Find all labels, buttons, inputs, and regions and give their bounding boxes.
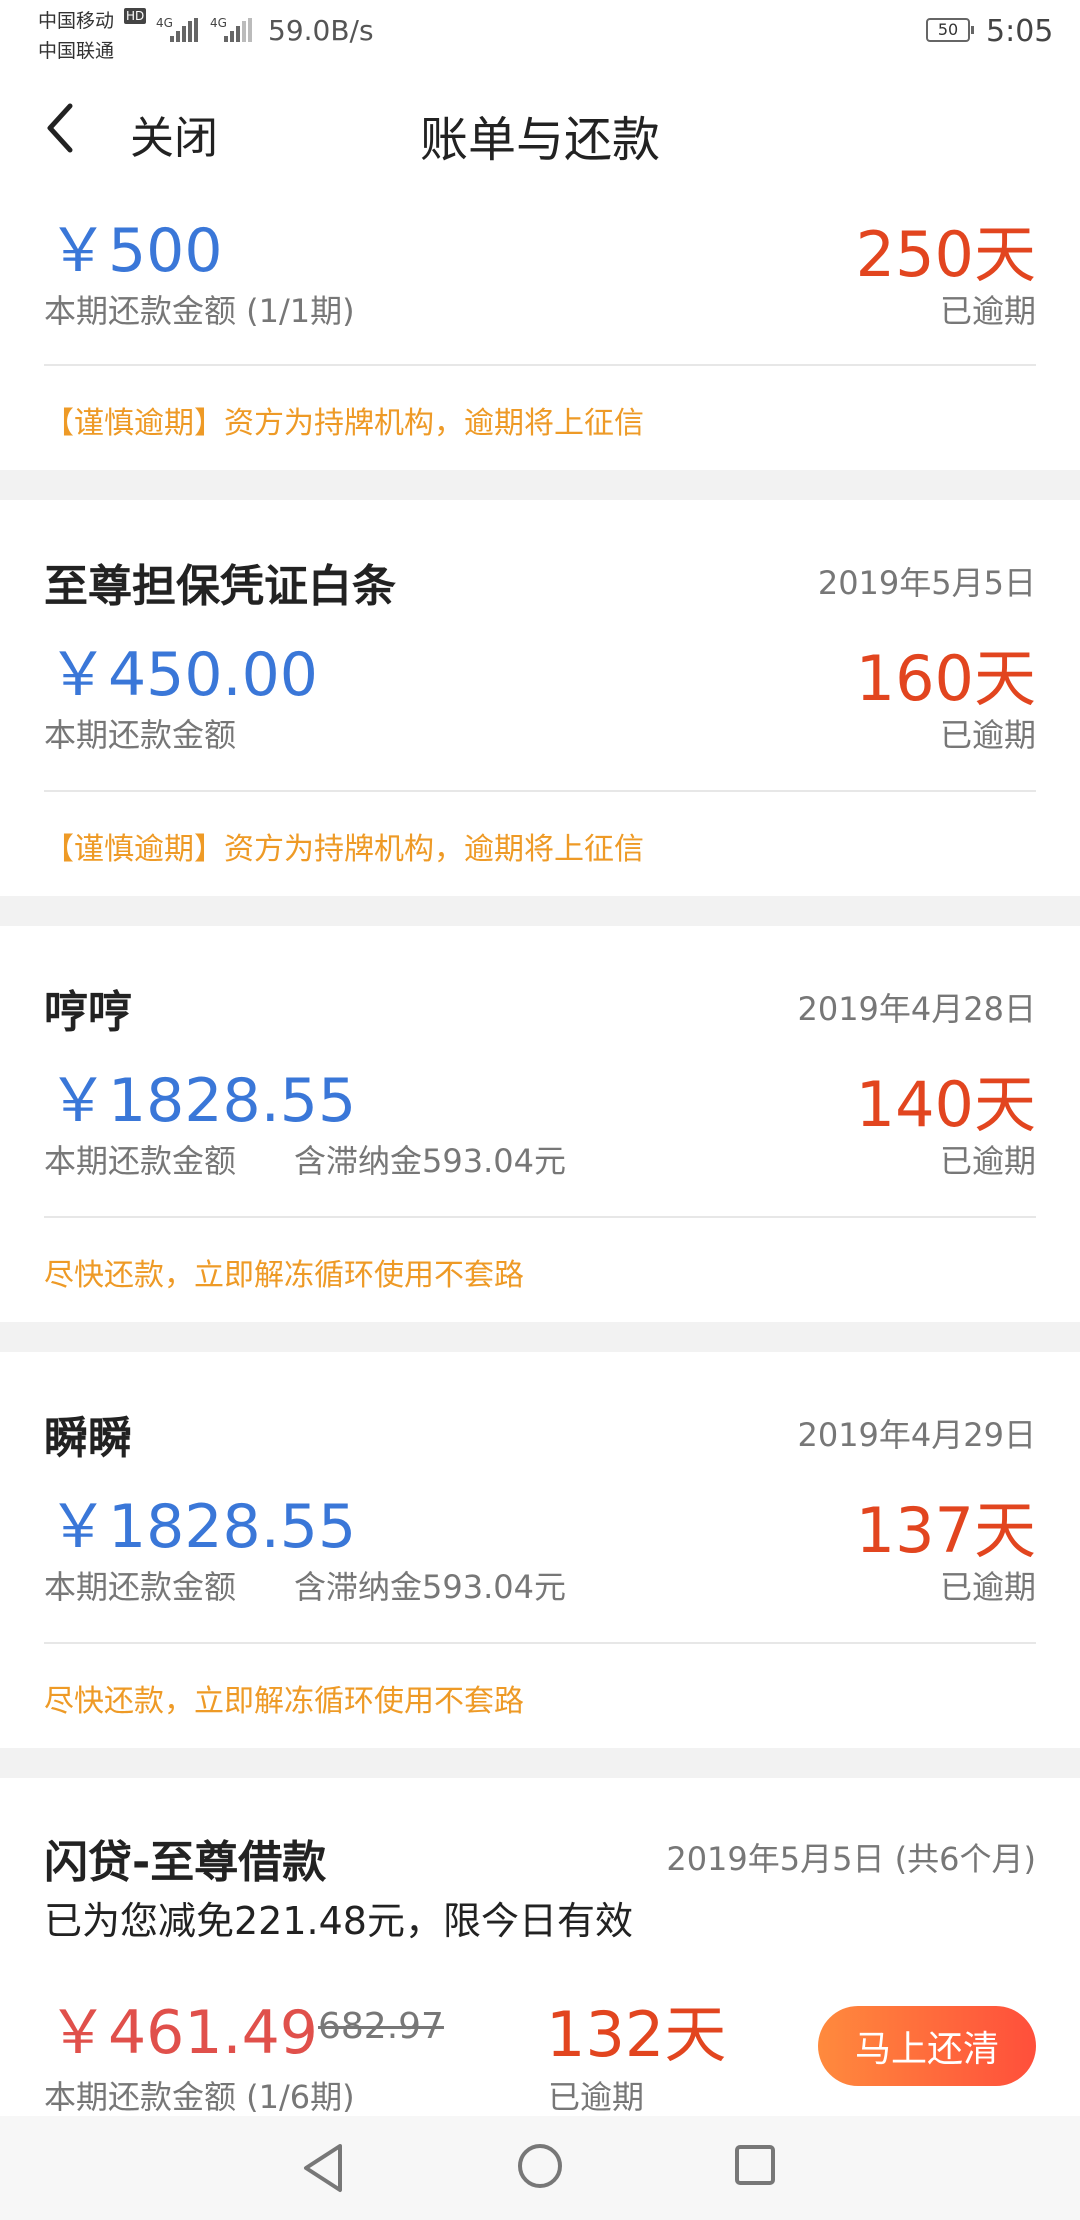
bill-card-5[interactable]: 闪贷-至尊借款 2019年5月5日 (共6个月) 已为您减免221.48元，限今… [0, 1778, 1080, 2116]
signal-bars-1-icon [170, 18, 200, 42]
bill-notice: 尽快还款，立即解冻循环使用不套路 [44, 1258, 524, 1293]
overdue-label: 已逾期 [939, 292, 1036, 330]
system-nav-bar [0, 2116, 1080, 2220]
overdue-label: 已逾期 [939, 716, 1036, 754]
bill-date: 2019年4月28日 [797, 990, 1036, 1028]
bill-date: 2019年5月5日 (共6个月) [666, 1840, 1036, 1878]
divider [44, 364, 1036, 366]
bill-card-1[interactable]: ￥500 250天 本期还款金额 (1/1期) 已逾期 【谨慎逾期】资方为持牌机… [0, 190, 1080, 470]
overdue-days: 140天 [855, 1068, 1036, 1141]
bill-name: 哼哼 [44, 987, 132, 1038]
bill-card-4[interactable]: 瞬瞬 2019年4月29日 ￥1828.55 137天 本期还款金额 含滞纳金5… [0, 1352, 1080, 1748]
bill-date: 2019年5月5日 [817, 564, 1036, 602]
overdue-days: 137天 [855, 1494, 1036, 1567]
carrier-2: 中国联通 [38, 40, 115, 62]
clock: 5:05 [986, 14, 1054, 49]
bill-name: 闪贷-至尊借款 [44, 1837, 327, 1888]
bill-sub-label: 本期还款金额 (1/1期) [44, 292, 355, 330]
overdue-days: 160天 [855, 642, 1036, 715]
bill-sub-label: 本期还款金额 [44, 1142, 237, 1180]
bill-notice: 【谨慎逾期】资方为持牌机构，逾期将上征信 [44, 406, 644, 441]
carrier-1: 中国移动 [38, 10, 115, 32]
page-title: 账单与还款 [419, 112, 660, 168]
overdue-label: 已逾期 [939, 1142, 1036, 1180]
overdue-days: 132天 [546, 1998, 727, 2071]
bill-date: 2019年4月29日 [797, 1416, 1036, 1454]
square-recent-icon[interactable] [734, 2144, 776, 2186]
late-fee-label: 含滞纳金593.04元 [294, 1568, 566, 1606]
bill-name: 至尊担保凭证白条 [44, 561, 396, 612]
status-bar: 中国移动 中国联通 HD 4G 4G 59.0B/s 50 5:05 [0, 0, 1080, 66]
net-speed: 59.0B/s [268, 14, 374, 47]
bill-notice: 【谨慎逾期】资方为持牌机构，逾期将上征信 [44, 832, 644, 867]
signal-bars-2-icon [224, 18, 254, 42]
nav-bar: 关闭 账单与还款 [0, 66, 1080, 190]
divider [44, 1642, 1036, 1644]
triangle-back-icon[interactable] [300, 2142, 348, 2194]
bill-amount: ￥1828.55 [48, 1492, 357, 1562]
battery-icon: 50 [926, 18, 974, 42]
bill-amount: ￥500 [48, 216, 223, 286]
overdue-label: 已逾期 [939, 1568, 1036, 1606]
bill-card-2[interactable]: 至尊担保凭证白条 2019年5月5日 ￥450.00 160天 本期还款金额 已… [0, 500, 1080, 896]
bill-sub-label: 本期还款金额 [44, 716, 237, 754]
bill-notice: 尽快还款，立即解冻循环使用不套路 [44, 1684, 524, 1719]
reduction-notice: 已为您减免221.48元，限今日有效 [44, 1899, 633, 1943]
overdue-label: 已逾期 [548, 2078, 645, 2116]
divider [44, 1216, 1036, 1218]
original-amount: 682.97 [318, 2006, 444, 2047]
bill-name: 瞬瞬 [44, 1413, 132, 1464]
bill-amount: ￥450.00 [48, 640, 318, 710]
bill-amount: ￥461.49 [48, 1998, 318, 2068]
bill-amount: ￥1828.55 [48, 1066, 357, 1136]
circle-home-icon[interactable] [516, 2142, 564, 2190]
overdue-days: 250天 [855, 218, 1036, 291]
divider [44, 790, 1036, 792]
pay-now-button[interactable]: 马上还清 [818, 2006, 1036, 2086]
hd-badge: HD [124, 8, 147, 24]
bill-card-3[interactable]: 哼哼 2019年4月28日 ￥1828.55 140天 本期还款金额 含滞纳金5… [0, 926, 1080, 1322]
bill-sub-label: 本期还款金额 [44, 1568, 237, 1606]
bill-sub-label: 本期还款金额 (1/6期) [44, 2078, 355, 2116]
late-fee-label: 含滞纳金593.04元 [294, 1142, 566, 1180]
